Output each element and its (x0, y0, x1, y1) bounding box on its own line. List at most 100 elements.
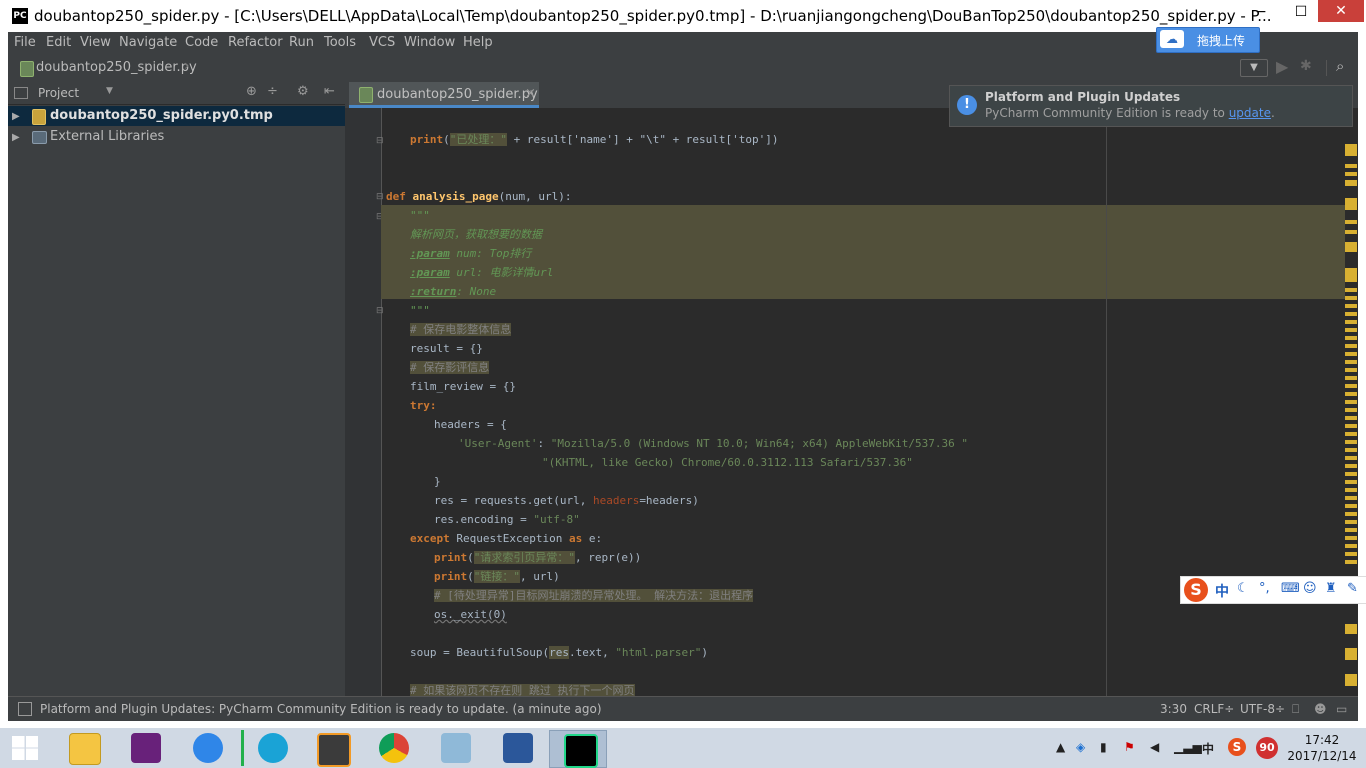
volume-icon[interactable]: ◀ (1150, 740, 1159, 754)
stripe-marker[interactable] (1345, 164, 1357, 168)
stripe-marker[interactable] (1345, 480, 1357, 484)
taskbar-app[interactable] (117, 730, 173, 766)
tree-item-external-libraries[interactable]: ▶ External Libraries (12, 127, 164, 147)
stripe-marker[interactable] (1345, 376, 1357, 380)
stripe-marker[interactable] (1345, 242, 1357, 252)
taskbar-app[interactable] (303, 730, 359, 767)
stripe-marker[interactable] (1345, 172, 1357, 176)
run-icon[interactable]: ▶ (1276, 57, 1288, 76)
stripe-marker[interactable] (1345, 144, 1357, 156)
stripe-marker[interactable] (1345, 560, 1357, 564)
stripe-marker[interactable] (1345, 424, 1357, 428)
stripe-marker[interactable] (1345, 392, 1357, 396)
hide-panel-icon[interactable]: ⇤ (324, 84, 335, 99)
taskbar-app[interactable] (179, 730, 235, 766)
update-link[interactable]: update (1229, 106, 1271, 120)
stripe-marker[interactable] (1345, 432, 1357, 436)
stripe-marker[interactable] (1345, 344, 1357, 348)
search-icon[interactable]: ⌕ (1336, 57, 1344, 75)
stripe-marker[interactable] (1345, 536, 1357, 540)
notifications-icon[interactable]: ▭ (1336, 702, 1347, 716)
sogou-tray-icon[interactable]: S (1228, 738, 1246, 756)
debug-icon[interactable]: ✱ (1300, 58, 1312, 74)
stripe-marker[interactable] (1345, 552, 1357, 556)
network-icon[interactable]: ▁▃▅ (1174, 740, 1202, 754)
flag-icon[interactable]: ⚑ (1124, 740, 1135, 754)
shield-icon[interactable]: ◈ (1076, 740, 1085, 754)
stripe-marker[interactable] (1345, 408, 1357, 412)
tray-app-icon[interactable]: ▮ (1100, 740, 1107, 754)
lock-icon[interactable]: ⎕ (1292, 702, 1299, 717)
chevron-down-icon[interactable]: ▼ (106, 86, 113, 96)
moon-icon[interactable]: ☾ (1237, 581, 1249, 596)
stripe-marker[interactable] (1345, 448, 1357, 452)
stripe-marker[interactable] (1345, 528, 1357, 532)
taskbar-app[interactable] (241, 730, 300, 766)
close-tab-icon[interactable]: × (525, 86, 536, 101)
menu-run[interactable]: Run (289, 35, 314, 50)
menu-window[interactable]: Window (404, 35, 455, 50)
menu-vcs[interactable]: VCS (369, 35, 395, 50)
expand-arrow-icon[interactable]: ▶ (12, 111, 20, 122)
baidu-upload-widget[interactable]: ☁ 拖拽上传 (1156, 27, 1260, 53)
stripe-marker[interactable] (1345, 496, 1357, 500)
tray-badge[interactable]: 90 (1256, 737, 1278, 759)
skin-icon[interactable]: ♜ (1325, 581, 1337, 596)
stripe-marker[interactable] (1345, 368, 1357, 372)
stripe-marker[interactable] (1345, 312, 1357, 316)
stripe-marker[interactable] (1345, 180, 1357, 186)
scroll-from-source-icon[interactable]: ⊕ (246, 84, 257, 99)
stripe-marker[interactable] (1345, 544, 1357, 548)
error-stripe[interactable] (1345, 108, 1358, 696)
taskbar-app-active[interactable] (549, 730, 607, 768)
menu-view[interactable]: View (80, 35, 111, 50)
stripe-marker[interactable] (1345, 230, 1357, 234)
stripe-marker[interactable] (1345, 268, 1357, 282)
stripe-marker[interactable] (1345, 464, 1357, 468)
tree-item-tmp-file[interactable]: ▶ doubantop250_spider.py0.tmp (12, 106, 273, 126)
code-editor[interactable]: ⊟ ⊟ ⊟ ⊟ print("已处理：" + result['name'] + … (345, 108, 1345, 696)
user-icon[interactable]: ☺ (1303, 581, 1317, 596)
sogou-logo-icon[interactable]: S (1184, 578, 1208, 602)
inspector-icon[interactable]: ☻ (1314, 702, 1327, 716)
fold-marker-icon[interactable]: ⊟ (376, 136, 384, 146)
clock[interactable]: 17:42 2017/12/14 (1284, 732, 1360, 764)
editor-gutter[interactable]: ⊟ ⊟ ⊟ ⊟ (345, 108, 384, 696)
menu-refactor[interactable]: Refactor (228, 35, 283, 50)
menu-code[interactable]: Code (185, 35, 218, 50)
taskbar-app[interactable] (489, 730, 545, 766)
stripe-marker[interactable] (1345, 384, 1357, 388)
menu-navigate[interactable]: Navigate (119, 35, 177, 50)
menu-help[interactable]: Help (463, 35, 493, 50)
run-config-dropdown[interactable]: ▼ (1240, 59, 1268, 77)
stripe-marker[interactable] (1345, 624, 1357, 634)
tool-windows-icon[interactable] (18, 702, 32, 716)
stripe-marker[interactable] (1345, 352, 1357, 356)
gear-icon[interactable]: ⚙ (297, 84, 309, 99)
keyboard-icon[interactable]: ⌨ (1281, 581, 1300, 596)
menu-file[interactable]: File (14, 35, 36, 50)
stripe-marker[interactable] (1345, 440, 1357, 444)
wrench-icon[interactable]: ✎ (1347, 581, 1358, 596)
collapse-all-icon[interactable]: ÷ (267, 84, 278, 99)
stripe-marker[interactable] (1345, 648, 1357, 660)
line-separator-selector[interactable]: CRLF÷ (1194, 702, 1234, 716)
stripe-marker[interactable] (1345, 472, 1357, 476)
sogou-ime-toolbar[interactable]: S 中 ☾ °, ⌨ ☺ ♜ ✎ (1180, 576, 1366, 604)
fold-marker-icon[interactable]: ⊟ (376, 306, 384, 316)
close-button[interactable]: ✕ (1318, 0, 1364, 22)
breadcrumb-file[interactable]: doubantop250_spider.py (36, 60, 197, 75)
stripe-marker[interactable] (1345, 456, 1357, 460)
stripe-marker[interactable] (1345, 288, 1357, 292)
show-hidden-icons-icon[interactable]: ▲ (1056, 740, 1065, 754)
stripe-marker[interactable] (1345, 328, 1357, 332)
caret-position[interactable]: 3:30 (1160, 702, 1187, 716)
update-notification[interactable]: ! Platform and Plugin Updates PyCharm Co… (949, 85, 1353, 127)
stripe-marker[interactable] (1345, 488, 1357, 492)
stripe-marker[interactable] (1345, 504, 1357, 508)
tray-ime-mode[interactable]: 中 (1202, 740, 1214, 757)
stripe-marker[interactable] (1345, 520, 1357, 524)
encoding-selector[interactable]: UTF-8÷ (1240, 702, 1285, 716)
stripe-marker[interactable] (1345, 512, 1357, 516)
taskbar-app[interactable] (365, 730, 421, 766)
